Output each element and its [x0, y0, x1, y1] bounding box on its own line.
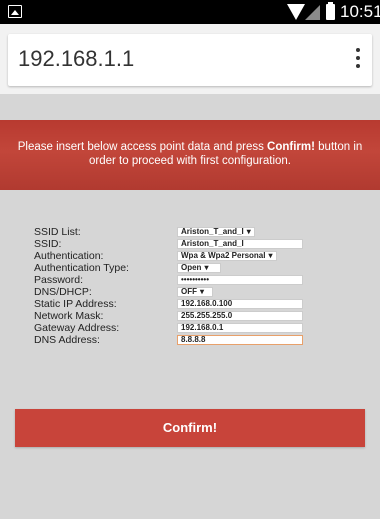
- authentication-type-select[interactable]: Open: [177, 263, 221, 273]
- address-bar[interactable]: 192.168.1.1: [8, 34, 372, 86]
- url-text[interactable]: 192.168.1.1: [18, 46, 134, 72]
- more-options-icon[interactable]: [356, 48, 360, 72]
- form-row-authentication: Authentication: Wpa & Wpa2 Personal: [34, 250, 334, 262]
- wifi-icon: [287, 4, 305, 20]
- form-row-gateway: Gateway Address: 192.168.0.1: [34, 322, 334, 334]
- password-label: Password:: [34, 274, 84, 286]
- static-ip-input[interactable]: 192.168.0.100: [177, 299, 303, 309]
- ssid-list-label: SSID List:: [34, 226, 81, 238]
- network-mask-input[interactable]: 255.255.255.0: [177, 311, 303, 321]
- status-bar: 10:51: [0, 0, 380, 24]
- dns-address-label: DNS Address:: [34, 334, 100, 346]
- ssid-input[interactable]: Ariston_T_and_I: [177, 239, 303, 249]
- authentication-label: Authentication:: [34, 250, 104, 262]
- form-row-password: Password: ••••••••••: [34, 274, 334, 286]
- form-row-ssid: SSID: Ariston_T_and_I: [34, 238, 334, 250]
- instruction-banner: Please insert below access point data an…: [0, 120, 380, 190]
- image-notification-icon: [8, 5, 22, 18]
- ssid-label: SSID:: [34, 238, 62, 250]
- status-time: 10:51: [340, 2, 380, 21]
- authentication-select[interactable]: Wpa & Wpa2 Personal: [177, 251, 277, 261]
- form-row-dns-address: DNS Address: 8.8.8.8: [34, 334, 334, 346]
- signal-icon: [305, 5, 320, 20]
- form-row-static-ip: Static IP Address: 192.168.0.100: [34, 298, 334, 310]
- battery-icon: [326, 2, 335, 20]
- ssid-list-select[interactable]: Ariston_T_and_I: [177, 227, 255, 237]
- gateway-label: Gateway Address:: [34, 322, 120, 334]
- config-form: SSID List: Ariston_T_and_I SSID: Ariston…: [34, 226, 334, 346]
- form-row-dns-dhcp: DNS/DHCP: OFF: [34, 286, 334, 298]
- network-mask-label: Network Mask:: [34, 310, 104, 322]
- gateway-input[interactable]: 192.168.0.1: [177, 323, 303, 333]
- form-row-ssid-list: SSID List: Ariston_T_and_I: [34, 226, 334, 238]
- form-row-network-mask: Network Mask: 255.255.255.0: [34, 310, 334, 322]
- confirm-button[interactable]: Confirm!: [15, 409, 365, 447]
- dns-dhcp-select[interactable]: OFF: [177, 287, 213, 297]
- dns-address-input[interactable]: 8.8.8.8: [177, 335, 303, 345]
- browser-toolbar: 192.168.1.1: [0, 24, 380, 94]
- banner-text-start: Please insert below access point data an…: [17, 141, 268, 153]
- authentication-type-label: Authentication Type:: [34, 262, 129, 274]
- password-input[interactable]: ••••••••••: [177, 275, 303, 285]
- dns-dhcp-label: DNS/DHCP:: [34, 286, 92, 298]
- static-ip-label: Static IP Address:: [34, 298, 117, 310]
- banner-bold-text: Confirm!: [267, 141, 315, 153]
- form-row-authentication-type: Authentication Type: Open: [34, 262, 334, 274]
